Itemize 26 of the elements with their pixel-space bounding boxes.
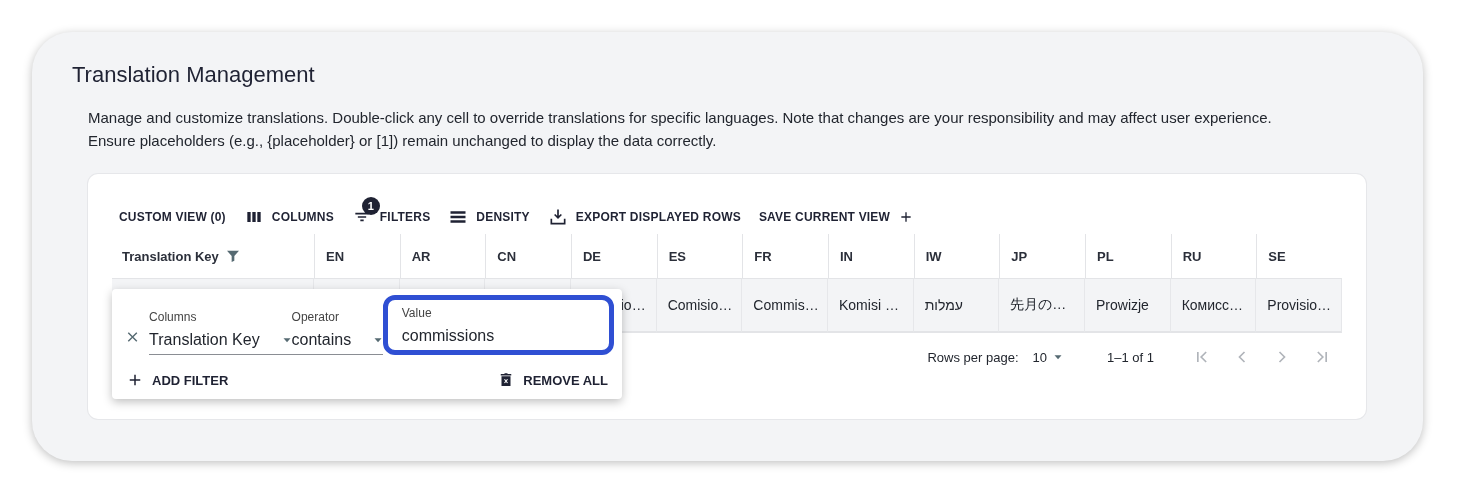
table-cell: Comisio… [656,278,743,333]
table-cell: Provisio… [1256,278,1342,333]
toolbar-button[interactable]: DENSITY [446,197,532,229]
table-cell: Prowizje [1085,278,1171,333]
rows-per-page-select[interactable]: 10 [1032,349,1065,365]
table-cell: Комисс… [1170,278,1257,333]
table-cell: 先月の… [999,278,1085,333]
table-cell: עמלות [913,278,1000,333]
rows-per-page-label: Rows per page: [927,349,1019,365]
value-input-field[interactable]: Value commissions [382,295,614,355]
count-badge: 1 [361,197,380,215]
add-filter-button[interactable]: ADD FILTER [124,369,231,391]
columns-select[interactable]: Columns Translation Key [149,310,292,355]
remove-all-button[interactable]: REMOVE ALL [495,369,610,391]
page-title: Translation Management [72,61,316,89]
page-range: 1–1 of 1 [1107,349,1154,365]
toolbar-button[interactable]: COLUMNS [241,197,336,229]
toolbar-button[interactable]: SAVE CURRENT VIEW [756,199,917,227]
table-cell: Komisi … [828,278,914,333]
operator-select[interactable]: Operator contains [291,310,383,355]
table-cell: Commis… [742,278,828,333]
toolbar-button[interactable]: EXPORT DISPLAYED ROWS [545,197,743,229]
toolbar-button[interactable]: CUSTOM VIEW (0) [117,200,228,226]
description-text: Manage and customize translations. Double-click any cell to override translations for specific languages. Note that changes are your responsibility and may affect user experience. Ensure placeholders (e.g., {placeholder} or [1]) remain unchanged to display the data correctly. [88,108,1273,151]
toolbar-button[interactable]: 1 FILTERS [349,197,433,229]
column-header[interactable]: Translation Key [112,234,314,278]
